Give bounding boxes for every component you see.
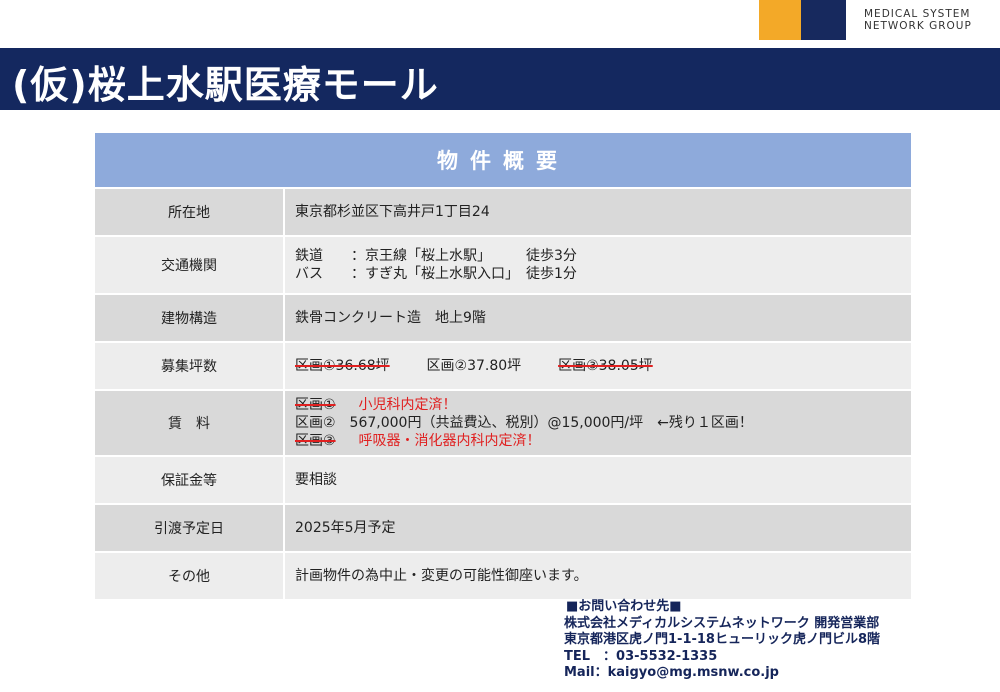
area-unit-3: 区画③38.05坪	[558, 358, 653, 374]
row-label: 建物構造	[95, 295, 285, 341]
row-label: 所在地	[95, 189, 285, 235]
rent-unit-1: 区画①	[295, 397, 336, 413]
transport-train: 鉄道 ：京王線「桜上水駅」 徒歩3分	[295, 248, 577, 264]
brand-line-2: NETWORK GROUP	[864, 20, 972, 32]
row-label: 保証金等	[95, 457, 285, 503]
transport-bus: バス ：すぎ丸「桜上水駅入口」 徒歩1分	[295, 266, 577, 282]
contact-tel: TEL ：03-5532-1335	[564, 648, 718, 664]
row-label: その他	[95, 553, 285, 599]
row-transport: 交通機関 鉄道 ：京王線「桜上水駅」 徒歩3分 バス ：すぎ丸「桜上水駅入口」 …	[95, 237, 911, 295]
area-unit-1: 区画①36.68坪	[295, 358, 390, 374]
contact-info: ■お問い合わせ先■ 株式会社メディカルシステムネットワーク 開発営業部 東京都港…	[564, 599, 964, 682]
row-other: その他 計画物件の為中止・変更の可能性御座います。	[95, 553, 911, 599]
brand-line-1: MEDICAL SYSTEM	[864, 8, 971, 20]
brand-logo-text: MEDICAL SYSTEM NETWORK GROUP	[864, 8, 994, 32]
contact-company: 株式会社メディカルシステムネットワーク 開発営業部	[564, 615, 880, 631]
property-overview-table: 物件概要 所在地 東京都杉並区下高井戸1丁目24 交通機関 鉄道 ：京王線「桜上…	[95, 133, 911, 599]
area-unit-2: 区画②37.80坪	[426, 358, 522, 374]
handover-value: 2025年5月予定	[295, 520, 396, 536]
logo-orange-block	[759, 0, 801, 40]
logo-navy-block	[801, 0, 846, 40]
location-value: 東京都杉並区下高井戸1丁目24	[295, 204, 490, 220]
row-value: 鉄骨コンクリート造 地上9階	[285, 295, 911, 341]
row-label: 交通機関	[95, 237, 285, 293]
rent-unit-2: 区画② 567,000円（共益費込、税別）@15,000円/坪 ←残り１区画！	[295, 415, 753, 431]
row-handover: 引渡予定日 2025年5月予定	[95, 505, 911, 553]
row-value: 区画①36.68坪 区画②37.80坪 区画③38.05坪	[285, 343, 911, 389]
row-rent: 賃 料 区画① 小児科内定済！ 区画② 567,000円（共益費込、税別）@15…	[95, 391, 911, 457]
contact-heading: ■お問い合わせ先■	[566, 599, 682, 614]
page-title: (仮)桜上水駅医療モール	[12, 63, 439, 107]
row-value: 東京都杉並区下高井戸1丁目24	[285, 189, 911, 235]
row-value: 鉄道 ：京王線「桜上水駅」 徒歩3分 バス ：すぎ丸「桜上水駅入口」 徒歩1分	[285, 237, 911, 293]
rent-unit-3: 区画③	[295, 433, 336, 449]
rent-unit-3-note: 呼吸器・消化器内科内定済！	[358, 433, 541, 449]
row-label: 引渡予定日	[95, 505, 285, 551]
contact-mail[interactable]: Mail：kaigyo@mg.msnw.co.jp	[564, 665, 964, 682]
row-location: 所在地 東京都杉並区下高井戸1丁目24	[95, 189, 911, 237]
deposit-value: 要相談	[295, 472, 337, 488]
row-structure: 建物構造 鉄骨コンクリート造 地上9階	[95, 295, 911, 343]
other-value: 計画物件の為中止・変更の可能性御座います。	[295, 568, 588, 584]
row-value: 計画物件の為中止・変更の可能性御座います。	[285, 553, 911, 599]
row-value: 区画① 小児科内定済！ 区画② 567,000円（共益費込、税別）@15,000…	[285, 391, 911, 455]
row-value: 2025年5月予定	[285, 505, 911, 551]
structure-value: 鉄骨コンクリート造 地上9階	[295, 310, 486, 326]
contact-address: 東京都港区虎ノ門1-1-18ヒューリック虎ノ門ビル8階	[564, 632, 881, 647]
row-value: 要相談	[285, 457, 911, 503]
title-banner: (仮)桜上水駅医療モール 鉄道：京王線「桜上水駅」 徒歩3分 バス：すぎ丸「桜上…	[0, 48, 1000, 196]
row-area: 募集坪数 区画①36.68坪 区画②37.80坪 区画③38.05坪	[95, 343, 911, 391]
access-train: 鉄道：京王線「桜上水駅」 徒歩3分	[751, 114, 992, 130]
row-label: 募集坪数	[95, 343, 285, 389]
rent-unit-1-note: 小児科内定済！	[358, 397, 457, 413]
row-label: 賃 料	[95, 391, 285, 455]
row-deposit: 保証金等 要相談	[95, 457, 911, 505]
table-title: 物件概要	[95, 133, 911, 189]
